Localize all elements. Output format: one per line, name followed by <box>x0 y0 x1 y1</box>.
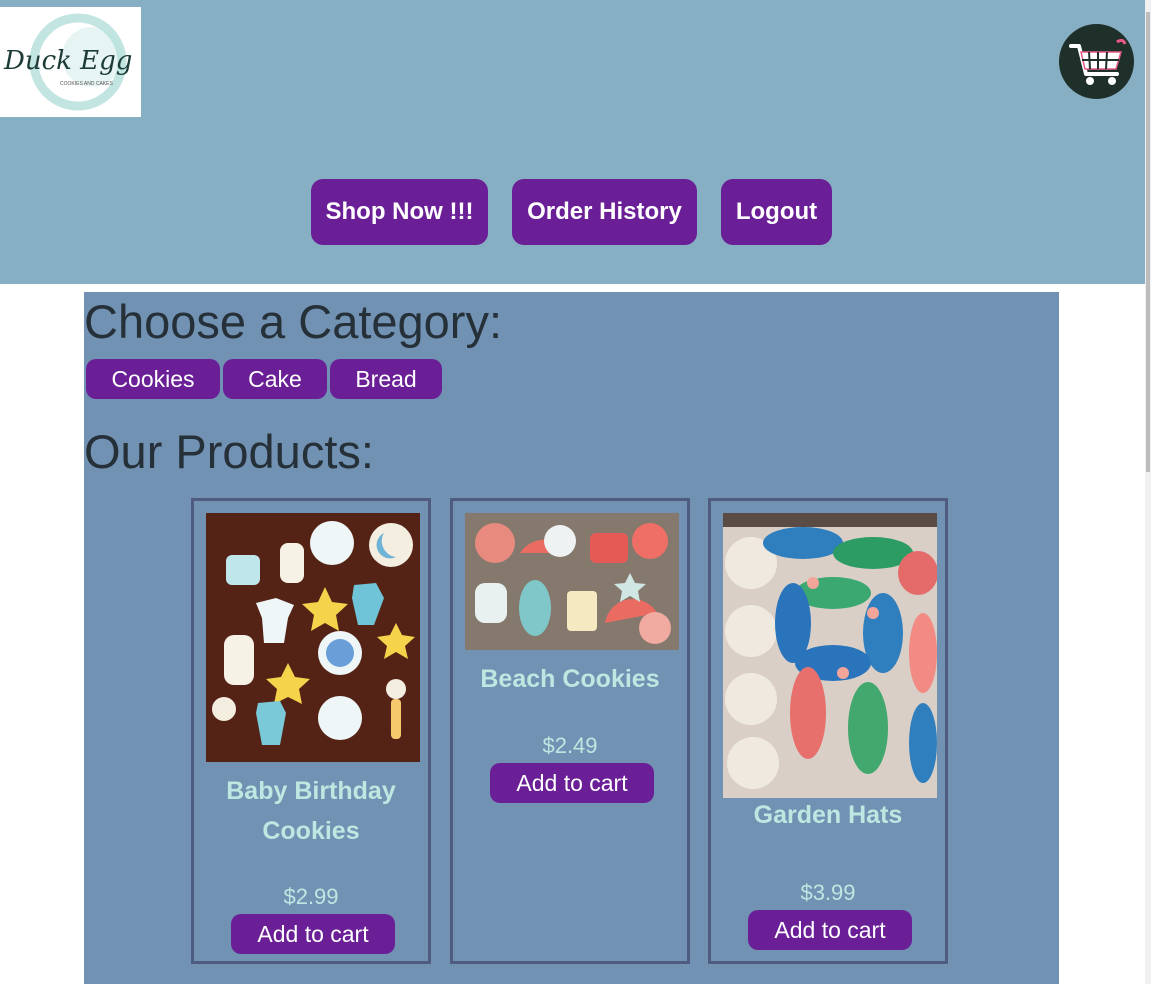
baby-cookies-photo <box>206 513 420 762</box>
product-name-line1: Baby Birthday <box>226 777 396 805</box>
add-to-cart-button[interactable]: Add to cart <box>490 763 654 803</box>
product-image-beach-cookies[interactable] <box>465 513 679 650</box>
order-history-button[interactable]: Order History <box>512 179 697 245</box>
logo-subtitle: COOKIES AND CAKES <box>60 81 113 87</box>
product-card: Beach Cookies $2.49 Add to cart <box>450 498 690 964</box>
shop-now-button[interactable]: Shop Now !!! <box>311 179 488 245</box>
product-name-line2: Cookies <box>262 817 360 845</box>
product-section: Choose a Category: Cookies Cake Bread Ou… <box>84 292 1059 984</box>
product-name: Garden Hats <box>711 795 945 835</box>
logout-label: Logout <box>735 198 818 225</box>
logo-title: Duck Egg <box>3 46 132 76</box>
add-to-cart-label: Add to cart <box>774 916 886 943</box>
category-cake-button[interactable]: Cake <box>223 359 327 399</box>
category-cookies-label: Cookies <box>111 365 195 392</box>
category-heading: Choose a Category: <box>84 295 503 348</box>
category-bread-button[interactable]: Bread <box>330 359 442 399</box>
cart-graphic <box>1069 38 1127 85</box>
beach-cookies-photo <box>465 513 679 650</box>
category-bread-label: Bread <box>355 365 417 392</box>
add-to-cart-label: Add to cart <box>516 769 628 796</box>
add-to-cart-button[interactable]: Add to cart <box>748 910 912 950</box>
category-cookies-button[interactable]: Cookies <box>86 359 220 399</box>
shop-now-label: Shop Now !!! <box>325 198 474 225</box>
add-to-cart-label: Add to cart <box>257 920 369 947</box>
products-heading: Our Products: <box>84 425 374 478</box>
category-cake-label: Cake <box>248 365 302 392</box>
product-card: Baby Birthday Cookies $2.99 Add to cart <box>191 498 431 964</box>
product-price: $2.49 <box>542 733 598 758</box>
scrollbar-thumb[interactable] <box>1146 12 1150 472</box>
product-image-baby-cookies[interactable] <box>206 513 420 762</box>
product-name-line1: Garden Hats <box>753 801 903 829</box>
logo-graphic: Duck Egg COOKIES AND CAKES <box>3 13 132 111</box>
product-price: $2.99 <box>283 884 339 909</box>
product-name: Baby Birthday Cookies <box>194 771 428 851</box>
order-history-label: Order History <box>527 198 682 225</box>
add-to-cart-button[interactable]: Add to cart <box>231 914 395 954</box>
shopping-cart-icon[interactable] <box>1059 24 1134 99</box>
product-name-line1: Beach Cookies <box>480 665 660 693</box>
product-price: $3.99 <box>800 880 856 905</box>
garden-hats-photo <box>723 513 937 798</box>
duck-egg-logo[interactable]: Duck Egg COOKIES AND CAKES <box>0 7 141 117</box>
product-image-garden-hats[interactable] <box>723 513 937 798</box>
logout-button[interactable]: Logout <box>721 179 832 245</box>
site-header: Duck Egg COOKIES AND CAKES Shop Now !!! … <box>0 0 1145 284</box>
product-name: Beach Cookies <box>453 659 687 699</box>
product-card: Garden Hats $3.99 Add to cart <box>708 498 948 964</box>
